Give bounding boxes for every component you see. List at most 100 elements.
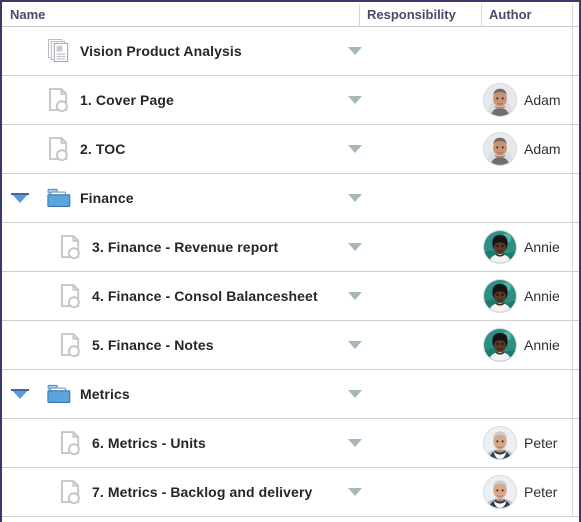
row-label: Finance [80,190,134,206]
expand-collapse-toggle[interactable] [2,370,38,418]
row-label: Vision Product Analysis [80,43,242,59]
responsibility-dropdown[interactable] [340,272,370,320]
column-header-responsibility[interactable]: Responsibility [367,2,480,27]
document-icon [46,134,72,164]
author-cell[interactable]: Peter [483,468,577,516]
document-icon [46,85,72,115]
author-name: Annie [524,239,560,255]
indent-spacer [38,247,58,248]
responsibility-dropdown[interactable] [340,468,370,516]
avatar [483,230,517,264]
row-name-cell: Vision Product Analysis [2,27,342,75]
indent-spacer [38,394,46,395]
row-name-cell: 6. Metrics - Units [2,419,342,467]
column-divider [572,419,573,467]
author-cell[interactable]: Adam [483,125,577,173]
table-row[interactable]: 4. Finance - Consol Balancesheet Annie [2,272,579,321]
row-label: 1. Cover Page [80,92,174,108]
row-label: Metrics [80,386,130,402]
table-row[interactable]: 3. Finance - Revenue report Annie [2,223,579,272]
row-name-cell: 1. Cover Page [2,76,342,124]
row-name-cell: 3. Finance - Revenue report [2,223,342,271]
column-header-name[interactable]: Name [10,2,357,27]
author-name: Annie [524,337,560,353]
indent-spacer [38,51,46,52]
table-row[interactable]: Metrics [2,370,579,419]
author-cell[interactable]: Peter [483,419,577,467]
row-label: 6. Metrics - Units [92,435,206,451]
folder-icon [46,379,72,409]
expand-collapse-toggle[interactable] [2,174,38,222]
column-divider [572,223,573,271]
responsibility-dropdown[interactable] [340,125,370,173]
table-row[interactable]: 1. Cover Page Adam [2,76,579,125]
chevron-down-icon[interactable] [348,341,362,349]
column-header-author[interactable]: Author [489,2,579,27]
expand-collapse-spacer [2,223,38,271]
chevron-down-icon[interactable] [348,292,362,300]
author-cell[interactable]: Annie [483,321,577,369]
header-divider-1 [359,4,360,27]
author-name: Adam [524,141,561,157]
triangle-down-icon[interactable] [11,193,29,203]
column-header-author-label: Author [489,7,532,22]
document-icon [58,477,84,507]
folder-icon [46,183,72,213]
indent-spacer [38,492,58,493]
table-row[interactable]: Finance [2,174,579,223]
indent-spacer [38,296,58,297]
document-icon [58,330,84,360]
indent-spacer [38,345,58,346]
chevron-down-icon[interactable] [348,488,362,496]
column-divider [572,272,573,320]
avatar [483,426,517,460]
author-name: Peter [524,484,558,500]
row-name-cell: 5. Finance - Notes [2,321,342,369]
indent-spacer [38,198,46,199]
responsibility-dropdown[interactable] [340,321,370,369]
responsibility-dropdown[interactable] [340,27,370,75]
table-row[interactable]: 2. TOC Adam [2,125,579,174]
column-divider [572,321,573,369]
author-cell[interactable]: Adam [483,76,577,124]
responsibility-dropdown[interactable] [340,223,370,271]
responsibility-dropdown[interactable] [340,419,370,467]
chevron-down-icon[interactable] [348,145,362,153]
column-divider [572,76,573,124]
document-icon [58,428,84,458]
chevron-down-icon[interactable] [348,194,362,202]
row-label: 7. Metrics - Backlog and delivery [92,484,313,500]
chevron-down-icon[interactable] [348,243,362,251]
triangle-down-icon[interactable] [11,389,29,399]
table-row[interactable]: Vision Product Analysis [2,27,579,76]
document-icon [58,232,84,262]
table-row[interactable]: 6. Metrics - Units Peter [2,419,579,468]
author-cell[interactable]: Annie [483,223,577,271]
expand-collapse-spacer [2,76,38,124]
grid-body: Vision Product Analysis 1. Cover Page Ad… [2,27,579,517]
row-label: 3. Finance - Revenue report [92,239,279,255]
row-name-cell: Finance [2,174,342,222]
chevron-down-icon[interactable] [348,96,362,104]
chevron-down-icon[interactable] [348,439,362,447]
chevron-down-icon[interactable] [348,390,362,398]
column-divider [572,370,573,418]
responsibility-dropdown[interactable] [340,76,370,124]
table-row[interactable]: 7. Metrics - Backlog and delivery Peter [2,468,579,517]
column-divider [572,174,573,222]
grid-header: Name Responsibility Author [2,0,579,27]
column-divider [572,27,573,75]
expand-collapse-spacer [2,125,38,173]
author-cell[interactable]: Annie [483,272,577,320]
responsibility-dropdown[interactable] [340,370,370,418]
document-icon [58,281,84,311]
avatar [483,328,517,362]
author-name: Peter [524,435,558,451]
chevron-down-icon[interactable] [348,47,362,55]
responsibility-dropdown[interactable] [340,174,370,222]
document-tree-grid: Name Responsibility Author Vision Produc… [0,0,581,522]
expand-collapse-spacer [2,27,38,75]
indent-spacer [38,149,46,150]
column-header-responsibility-label: Responsibility [367,7,456,22]
table-row[interactable]: 5. Finance - Notes Annie [2,321,579,370]
